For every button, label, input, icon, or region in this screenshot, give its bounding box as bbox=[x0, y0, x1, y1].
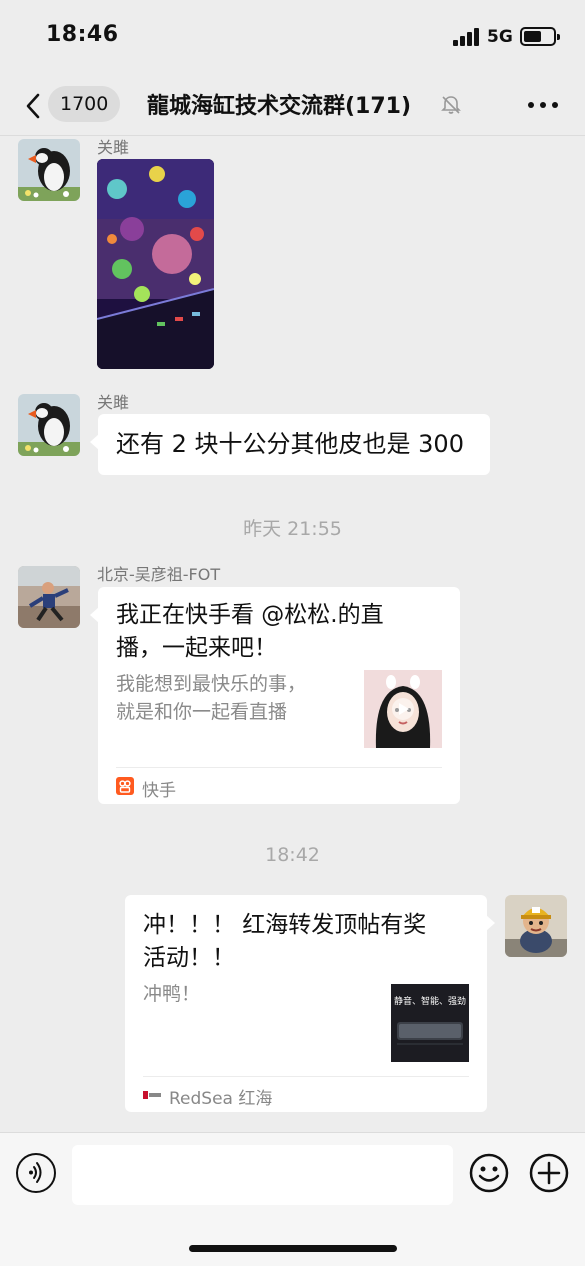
add-more-icon[interactable] bbox=[529, 1153, 569, 1193]
card-desc-line1: 冲鸭！ bbox=[143, 983, 201, 1005]
chat-title: 龍城海缸技术交流群(171) bbox=[147, 94, 412, 119]
sender-name: 北京-吴彦祖-FOT bbox=[97, 565, 221, 584]
kuaishou-share-card[interactable]: 我正在快手看 @松松.的直 播，一起来吧！ 我能想到最快乐的事， 就是和你一起看… bbox=[90, 587, 460, 804]
back-arrow-icon[interactable] bbox=[22, 92, 48, 120]
card-desc-line2: 就是和你一起看直播 bbox=[116, 701, 288, 723]
more-options-icon[interactable] bbox=[527, 94, 559, 116]
mute-bell-icon bbox=[441, 96, 461, 114]
network-label: 5G bbox=[487, 27, 513, 47]
home-indicator bbox=[189, 1245, 397, 1252]
self-avatar[interactable] bbox=[505, 895, 567, 957]
redsea-logo-icon bbox=[143, 1091, 161, 1099]
voice-input-button[interactable] bbox=[16, 1153, 56, 1193]
sender-name: 关雎 bbox=[97, 393, 130, 412]
avatar[interactable] bbox=[18, 139, 80, 201]
card-desc-line1: 我能想到最快乐的事， bbox=[116, 673, 307, 695]
battery-icon bbox=[520, 27, 560, 46]
card-title-line1: 冲！！！ 红海转发顶帖有奖 bbox=[143, 912, 427, 938]
card-title-line1: 我正在快手看 @松松.的直 bbox=[116, 602, 384, 628]
avatar[interactable] bbox=[18, 566, 80, 628]
message-timestamp: 昨天 21:55 bbox=[243, 518, 342, 540]
card-source-label: RedSea 红海 bbox=[169, 1089, 273, 1109]
card-divider bbox=[143, 1076, 469, 1077]
message-list[interactable]: 关雎 关雎 还有 2 块十公分其他皮也是 300 昨天 21:55 北京-吴彦祖… bbox=[0, 137, 585, 1132]
kuaishou-logo-icon bbox=[116, 777, 134, 795]
unread-count-badge[interactable]: 1700 bbox=[48, 86, 121, 122]
text-message-bubble[interactable]: 还有 2 块十公分其他皮也是 300 bbox=[90, 414, 490, 475]
message-text: 还有 2 块十公分其他皮也是 300 bbox=[116, 430, 464, 458]
avatar[interactable] bbox=[18, 394, 80, 456]
signal-icon bbox=[453, 28, 481, 46]
sender-name: 关雎 bbox=[97, 138, 130, 157]
message-timestamp: 18:42 bbox=[265, 844, 320, 866]
card-thumbnail: 静音、智能、强劲 bbox=[391, 984, 469, 1062]
card-source-label: 快手 bbox=[142, 781, 176, 801]
voice-wave-icon bbox=[29, 1162, 42, 1183]
emoji-icon[interactable] bbox=[469, 1153, 509, 1193]
card-title-line2: 活动！！ bbox=[143, 945, 235, 971]
card-thumbnail bbox=[364, 670, 442, 748]
card-title-line2: 播，一起来吧！ bbox=[116, 635, 277, 661]
aquarium-photo[interactable] bbox=[97, 159, 214, 369]
chat-header: 1700 龍城海缸技术交流群(171) bbox=[0, 76, 585, 136]
card-divider bbox=[116, 767, 442, 768]
status-time: 18:46 bbox=[46, 22, 119, 47]
message-input[interactable] bbox=[72, 1145, 453, 1205]
status-bar: 18:46 5G bbox=[0, 0, 585, 76]
redsea-share-card[interactable]: 冲！！！ 红海转发顶帖有奖 活动！！ 冲鸭！ 静音、智能、强劲 RedSea 红… bbox=[125, 895, 495, 1112]
